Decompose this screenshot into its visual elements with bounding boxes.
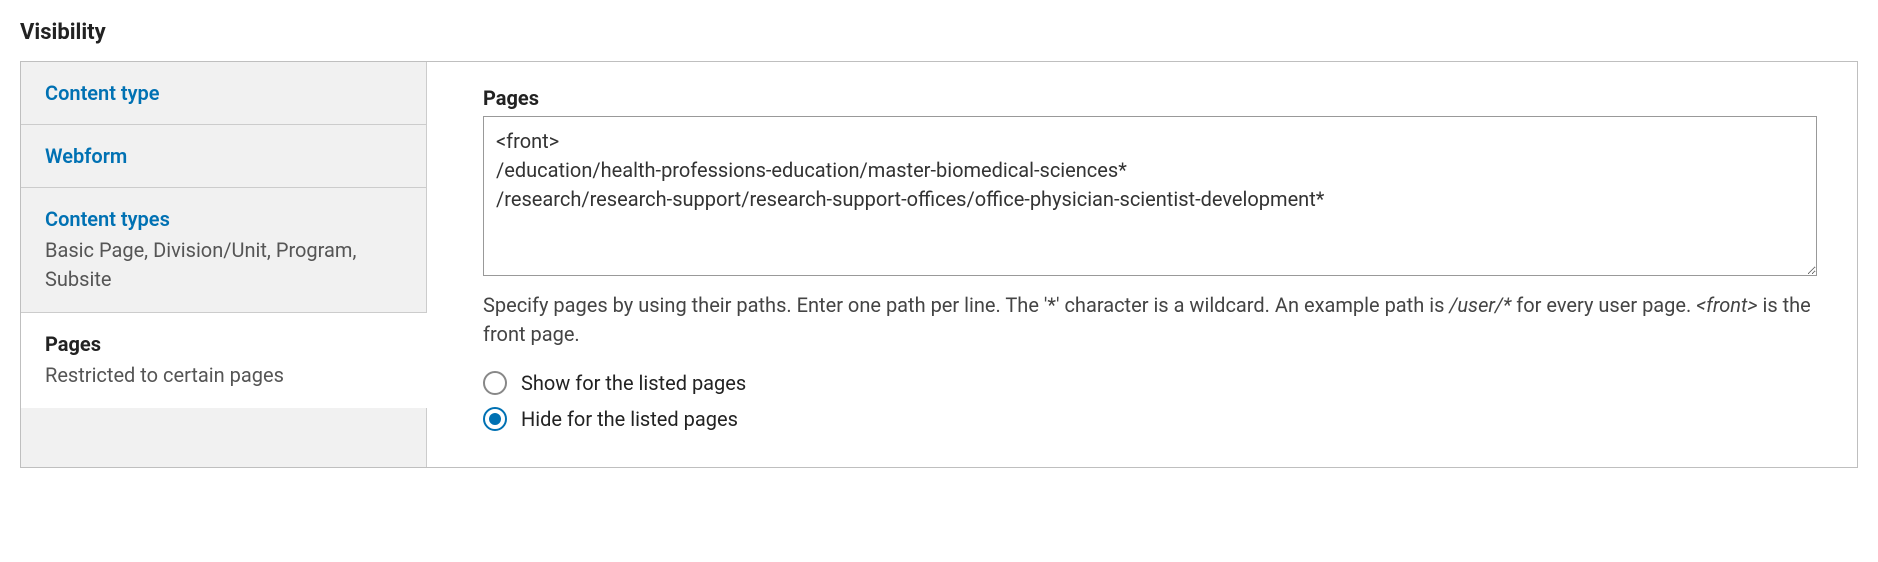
tab-label: Webform [45, 143, 402, 169]
radio-show-listed[interactable]: Show for the listed pages [483, 371, 1817, 395]
tab-summary: Basic Page, Division/Unit, Program, Subs… [45, 236, 402, 294]
tab-pages[interactable]: Pages Restricted to certain pages [21, 313, 427, 408]
vertical-tabs: Content type Webform Content types Basic… [21, 62, 427, 467]
pages-description: Specify pages by using their paths. Ente… [483, 291, 1817, 349]
pages-label: Pages [483, 86, 1817, 110]
tab-webform[interactable]: Webform [21, 125, 426, 188]
visibility-radios: Show for the listed pages Hide for the l… [483, 371, 1817, 431]
section-title: Visibility [20, 20, 1858, 45]
radio-hide-listed[interactable]: Hide for the listed pages [483, 407, 1817, 431]
tab-summary: Restricted to certain pages [45, 361, 402, 390]
radio-label: Show for the listed pages [521, 371, 746, 395]
description-text: Specify pages by using their paths. Ente… [483, 293, 1449, 317]
description-front-token: <front> [1696, 293, 1757, 317]
description-text: for every user page. [1511, 293, 1696, 317]
tab-content-types[interactable]: Content types Basic Page, Division/Unit,… [21, 188, 426, 313]
tab-label: Pages [45, 331, 402, 357]
tab-label: Content type [45, 80, 402, 106]
tab-content-pages: Pages Specify pages by using their paths… [427, 62, 1857, 467]
radio-icon [483, 407, 507, 431]
tab-content-type[interactable]: Content type [21, 62, 426, 125]
pages-textarea[interactable] [483, 116, 1817, 276]
description-example-path: /user/* [1449, 293, 1511, 317]
radio-label: Hide for the listed pages [521, 407, 738, 431]
visibility-panel: Content type Webform Content types Basic… [20, 61, 1858, 468]
radio-icon [483, 371, 507, 395]
tab-label: Content types [45, 206, 402, 232]
